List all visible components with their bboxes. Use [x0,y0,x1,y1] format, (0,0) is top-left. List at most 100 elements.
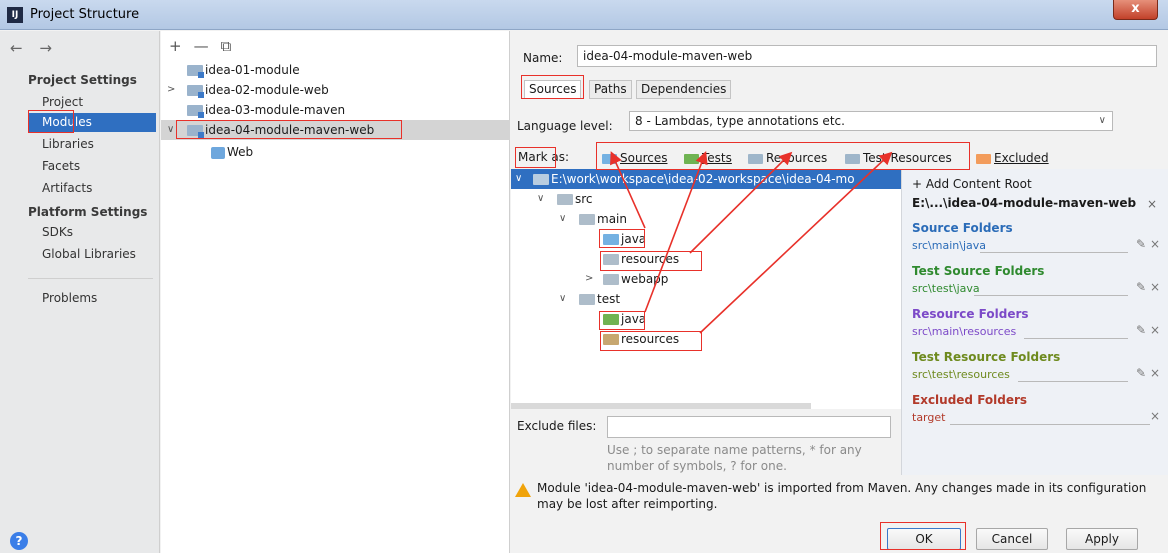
mark-test-resources-button[interactable]: Test Resources [845,149,952,167]
source-folder-icon [603,234,619,245]
project-settings-heading: Project Settings [28,73,137,87]
remove-content-root-icon[interactable]: × [1147,197,1157,211]
maven-import-warning: Module 'idea-04-module-maven-web' is imp… [537,481,1147,511]
cancel-button[interactable]: Cancel [976,528,1048,550]
horizontal-scrollbar[interactable] [511,403,811,409]
chevron-down-icon[interactable]: ∨ [559,289,566,309]
settings-nav: ← → Project Settings Project Modules Lib… [0,31,160,553]
module-detail-pane: Name: idea-04-module-maven-web Sources P… [511,31,1168,553]
tree-row[interactable]: ∨ main [511,209,901,229]
title-bar: IJ Project Structure x [0,0,1168,30]
source-folders-heading: Source Folders [912,221,1013,235]
edit-icon[interactable]: ✎ [1136,323,1146,337]
help-icon[interactable]: ? [10,532,28,550]
edit-icon[interactable]: ✎ [1136,237,1146,251]
folder-icon [603,274,619,285]
sources-folder-icon [602,153,617,164]
module-folder-icon [187,65,204,78]
resource-folder-icon [603,254,619,265]
edit-icon[interactable]: ✎ [1136,366,1146,380]
tree-row[interactable]: resources [511,249,901,269]
folder-icon [579,294,595,305]
module-tree-pane: +—⧉ idea-01-module > idea-02-module-web … [161,31,510,553]
resources-folder-icon [748,153,763,164]
excluded-folders-heading: Excluded Folders [912,393,1028,407]
nav-item-sdks[interactable]: SDKs [28,223,156,242]
test-resource-folders-heading: Test Resource Folders [912,350,1061,364]
mark-excluded-button[interactable]: Excluded [976,149,1049,167]
chevron-down-icon: ∨ [1098,115,1106,126]
tree-row[interactable]: ∨ src [511,189,901,209]
nav-item-libraries[interactable]: Libraries [28,135,156,154]
platform-settings-heading: Platform Settings [28,205,148,219]
language-level-select[interactable]: 8 - Lambdas, type annotations etc. ∨ [629,111,1113,131]
chevron-down-icon[interactable]: ∨ [559,209,566,229]
remove-icon[interactable]: × [1150,366,1160,380]
resource-folder-actions: ✎ × [1136,323,1160,337]
nav-item-global-libraries[interactable]: Global Libraries [28,245,156,264]
tests-folder-icon [684,153,699,164]
test-resources-folder-icon [845,153,860,164]
nav-item-problems[interactable]: Problems [28,289,156,308]
tab-paths[interactable]: Paths [589,80,632,99]
window-title: Project Structure [30,7,140,22]
facet-item-web[interactable]: Web [161,142,510,162]
remove-icon[interactable]: × [1150,237,1160,251]
chevron-down-icon[interactable]: ∨ [537,189,544,209]
ok-button[interactable]: OK [887,528,961,550]
exclude-files-input[interactable] [607,416,891,438]
tab-sources[interactable]: Sources [524,80,582,99]
remove-icon[interactable]: × [1150,409,1160,423]
module-item[interactable]: idea-01-module [161,60,510,80]
chevron-right-icon[interactable]: > [585,269,593,289]
add-content-root-link[interactable]: + Add Content Root [912,177,1032,191]
nav-item-facets[interactable]: Facets [28,157,156,176]
path-underline [974,295,1128,296]
module-name-input[interactable]: idea-04-module-maven-web [577,45,1157,67]
chevron-down-icon[interactable]: ∨ [167,120,174,140]
tree-row[interactable]: java [511,309,901,329]
excluded-folder-path: target [912,411,946,424]
chevron-down-icon[interactable]: ∨ [515,169,522,189]
source-folder-path: src\main\java [912,239,987,252]
excluded-folder-icon [976,153,991,164]
nav-back-forward[interactable]: ← → [10,39,58,57]
test-source-folders-heading: Test Source Folders [912,264,1045,278]
mark-resources-button[interactable]: Resources [748,149,827,167]
mark-sources-button[interactable]: Sources [602,149,667,167]
nav-item-project[interactable]: Project [28,93,156,112]
remove-icon[interactable]: — [194,37,221,55]
tree-row[interactable]: ∨ test [511,289,901,309]
folder-icon [533,174,549,185]
test-source-folder-path: src\test\java [912,282,980,295]
tree-row[interactable]: resources [511,329,901,349]
nav-item-modules[interactable]: Modules [28,113,156,132]
module-item[interactable]: > idea-02-module-web [161,80,510,100]
test-resource-folder-actions: ✎ × [1136,366,1160,380]
module-item[interactable]: ∨ idea-04-module-maven-web [161,120,510,140]
module-item[interactable]: idea-03-module-maven [161,100,510,120]
web-facet-icon [211,146,225,159]
resource-folders-heading: Resource Folders [912,307,1029,321]
content-root-row[interactable]: ∨ E:\work\workspace\idea-02-workspace\id… [511,169,901,189]
tab-dependencies[interactable]: Dependencies [636,80,732,99]
path-underline [1024,338,1128,339]
nav-item-artifacts[interactable]: Artifacts [28,179,156,198]
source-folder-tree: ∨ E:\work\workspace\idea-02-workspace\id… [511,169,901,409]
tree-row[interactable]: java [511,229,901,249]
resource-folder-path: src\main\resources [912,325,1017,338]
remove-icon[interactable]: × [1150,280,1160,294]
source-folder-actions: ✎ × [1136,237,1160,251]
remove-icon[interactable]: × [1150,323,1160,337]
apply-button[interactable]: Apply [1066,528,1138,550]
chevron-right-icon[interactable]: > [167,80,175,100]
mark-tests-button[interactable]: Tests [684,149,732,167]
edit-icon[interactable]: ✎ [1136,280,1146,294]
close-button[interactable]: x [1113,0,1158,20]
copy-icon[interactable]: ⧉ [221,37,244,55]
add-icon[interactable]: + [169,37,194,55]
module-folder-icon [187,85,204,98]
name-label: Name: [523,51,563,65]
module-toolbar: +—⧉ [169,37,243,55]
tree-row[interactable]: > webapp [511,269,901,289]
